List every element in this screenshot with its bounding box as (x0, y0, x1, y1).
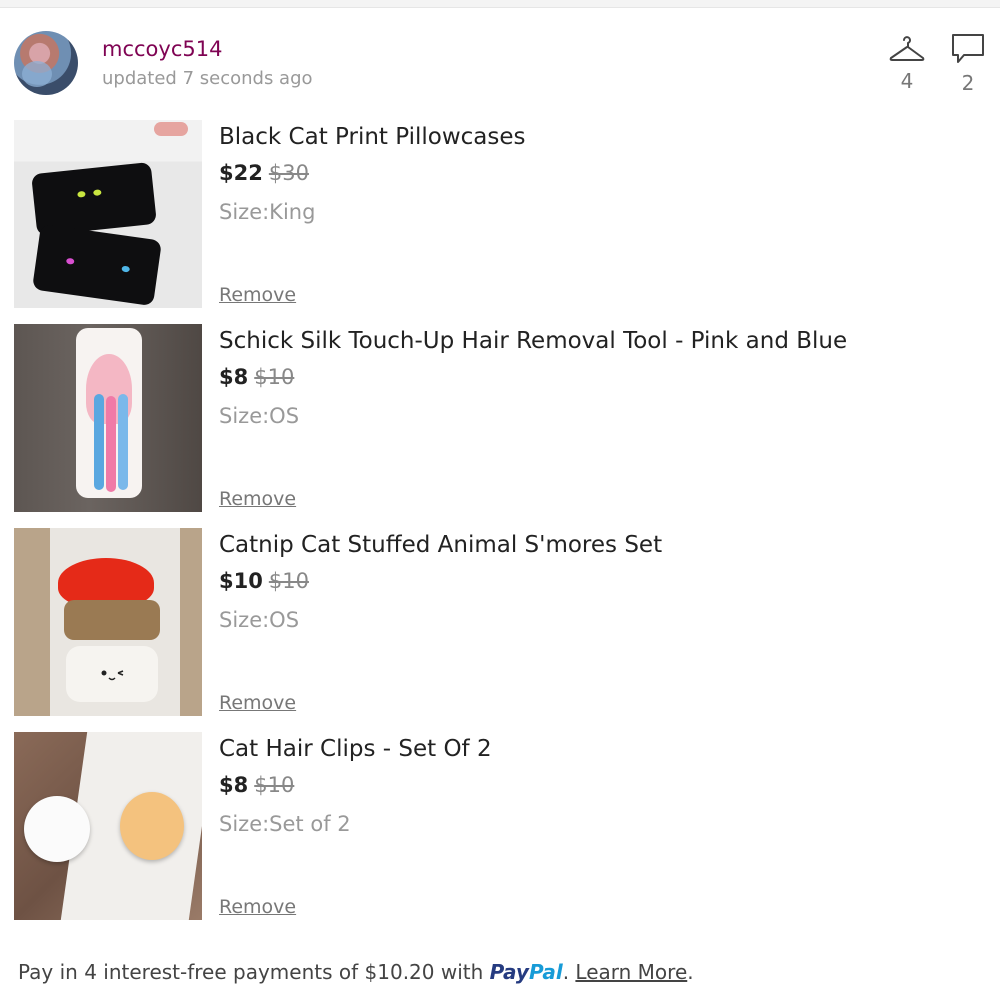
price-line: $8 $10 (219, 773, 294, 797)
updated-timestamp: updated 7 seconds ago (102, 68, 313, 89)
likes-count: 4 (900, 69, 914, 93)
list-item: Cat Hair Clips - Set Of 2 $8 $10 Size:Set… (14, 732, 974, 920)
username-link[interactable]: mccoyc514 (102, 37, 222, 61)
likes-stat[interactable]: 4 (887, 33, 927, 93)
avatar[interactable] (14, 31, 78, 95)
product-image[interactable] (14, 120, 202, 308)
list-item: Catnip Cat Stuffed Animal S'mores Set $1… (14, 528, 974, 716)
item-price: $22 (219, 161, 263, 185)
item-price: $8 (219, 773, 249, 797)
paypal-installments-message: Pay in 4 interest-free payments of $10.2… (18, 960, 694, 984)
learn-more-link[interactable]: Learn More (575, 960, 687, 984)
item-original-price: $10 (268, 569, 309, 593)
hanger-icon (889, 36, 925, 61)
item-price: $10 (219, 569, 263, 593)
product-image[interactable] (14, 528, 202, 716)
list-item: Schick Silk Touch-Up Hair Removal Tool -… (14, 324, 974, 512)
price-line: $22 $30 (219, 161, 309, 185)
remove-link[interactable]: Remove (219, 692, 296, 714)
remove-link[interactable]: Remove (219, 284, 296, 306)
item-size: Size:Set of 2 (219, 812, 351, 836)
price-line: $10 $10 (219, 569, 309, 593)
remove-link[interactable]: Remove (219, 896, 296, 918)
remove-link[interactable]: Remove (219, 488, 296, 510)
item-original-price: $10 (254, 773, 295, 797)
item-size: Size:OS (219, 404, 300, 428)
product-image[interactable] (14, 324, 202, 512)
item-title[interactable]: Black Cat Print Pillowcases (219, 124, 526, 150)
item-original-price: $10 (254, 365, 295, 389)
paypal-logo: PayPal (489, 960, 563, 984)
comment-icon (952, 34, 984, 63)
list-item: Black Cat Print Pillowcases $22 $30 Size:… (14, 120, 974, 308)
item-price: $8 (219, 365, 249, 389)
comments-stat[interactable]: 2 (948, 33, 988, 95)
comments-count: 2 (961, 71, 975, 95)
item-title[interactable]: Catnip Cat Stuffed Animal S'mores Set (219, 532, 662, 558)
item-title[interactable]: Cat Hair Clips - Set Of 2 (219, 736, 492, 762)
top-divider (0, 0, 1000, 8)
item-original-price: $30 (268, 161, 309, 185)
item-size: Size:King (219, 200, 316, 224)
item-title[interactable]: Schick Silk Touch-Up Hair Removal Tool -… (219, 328, 847, 354)
item-size: Size:OS (219, 608, 300, 632)
product-image[interactable] (14, 732, 202, 920)
installments-text: Pay in 4 interest-free payments of $10.2… (18, 960, 484, 984)
price-line: $8 $10 (219, 365, 294, 389)
